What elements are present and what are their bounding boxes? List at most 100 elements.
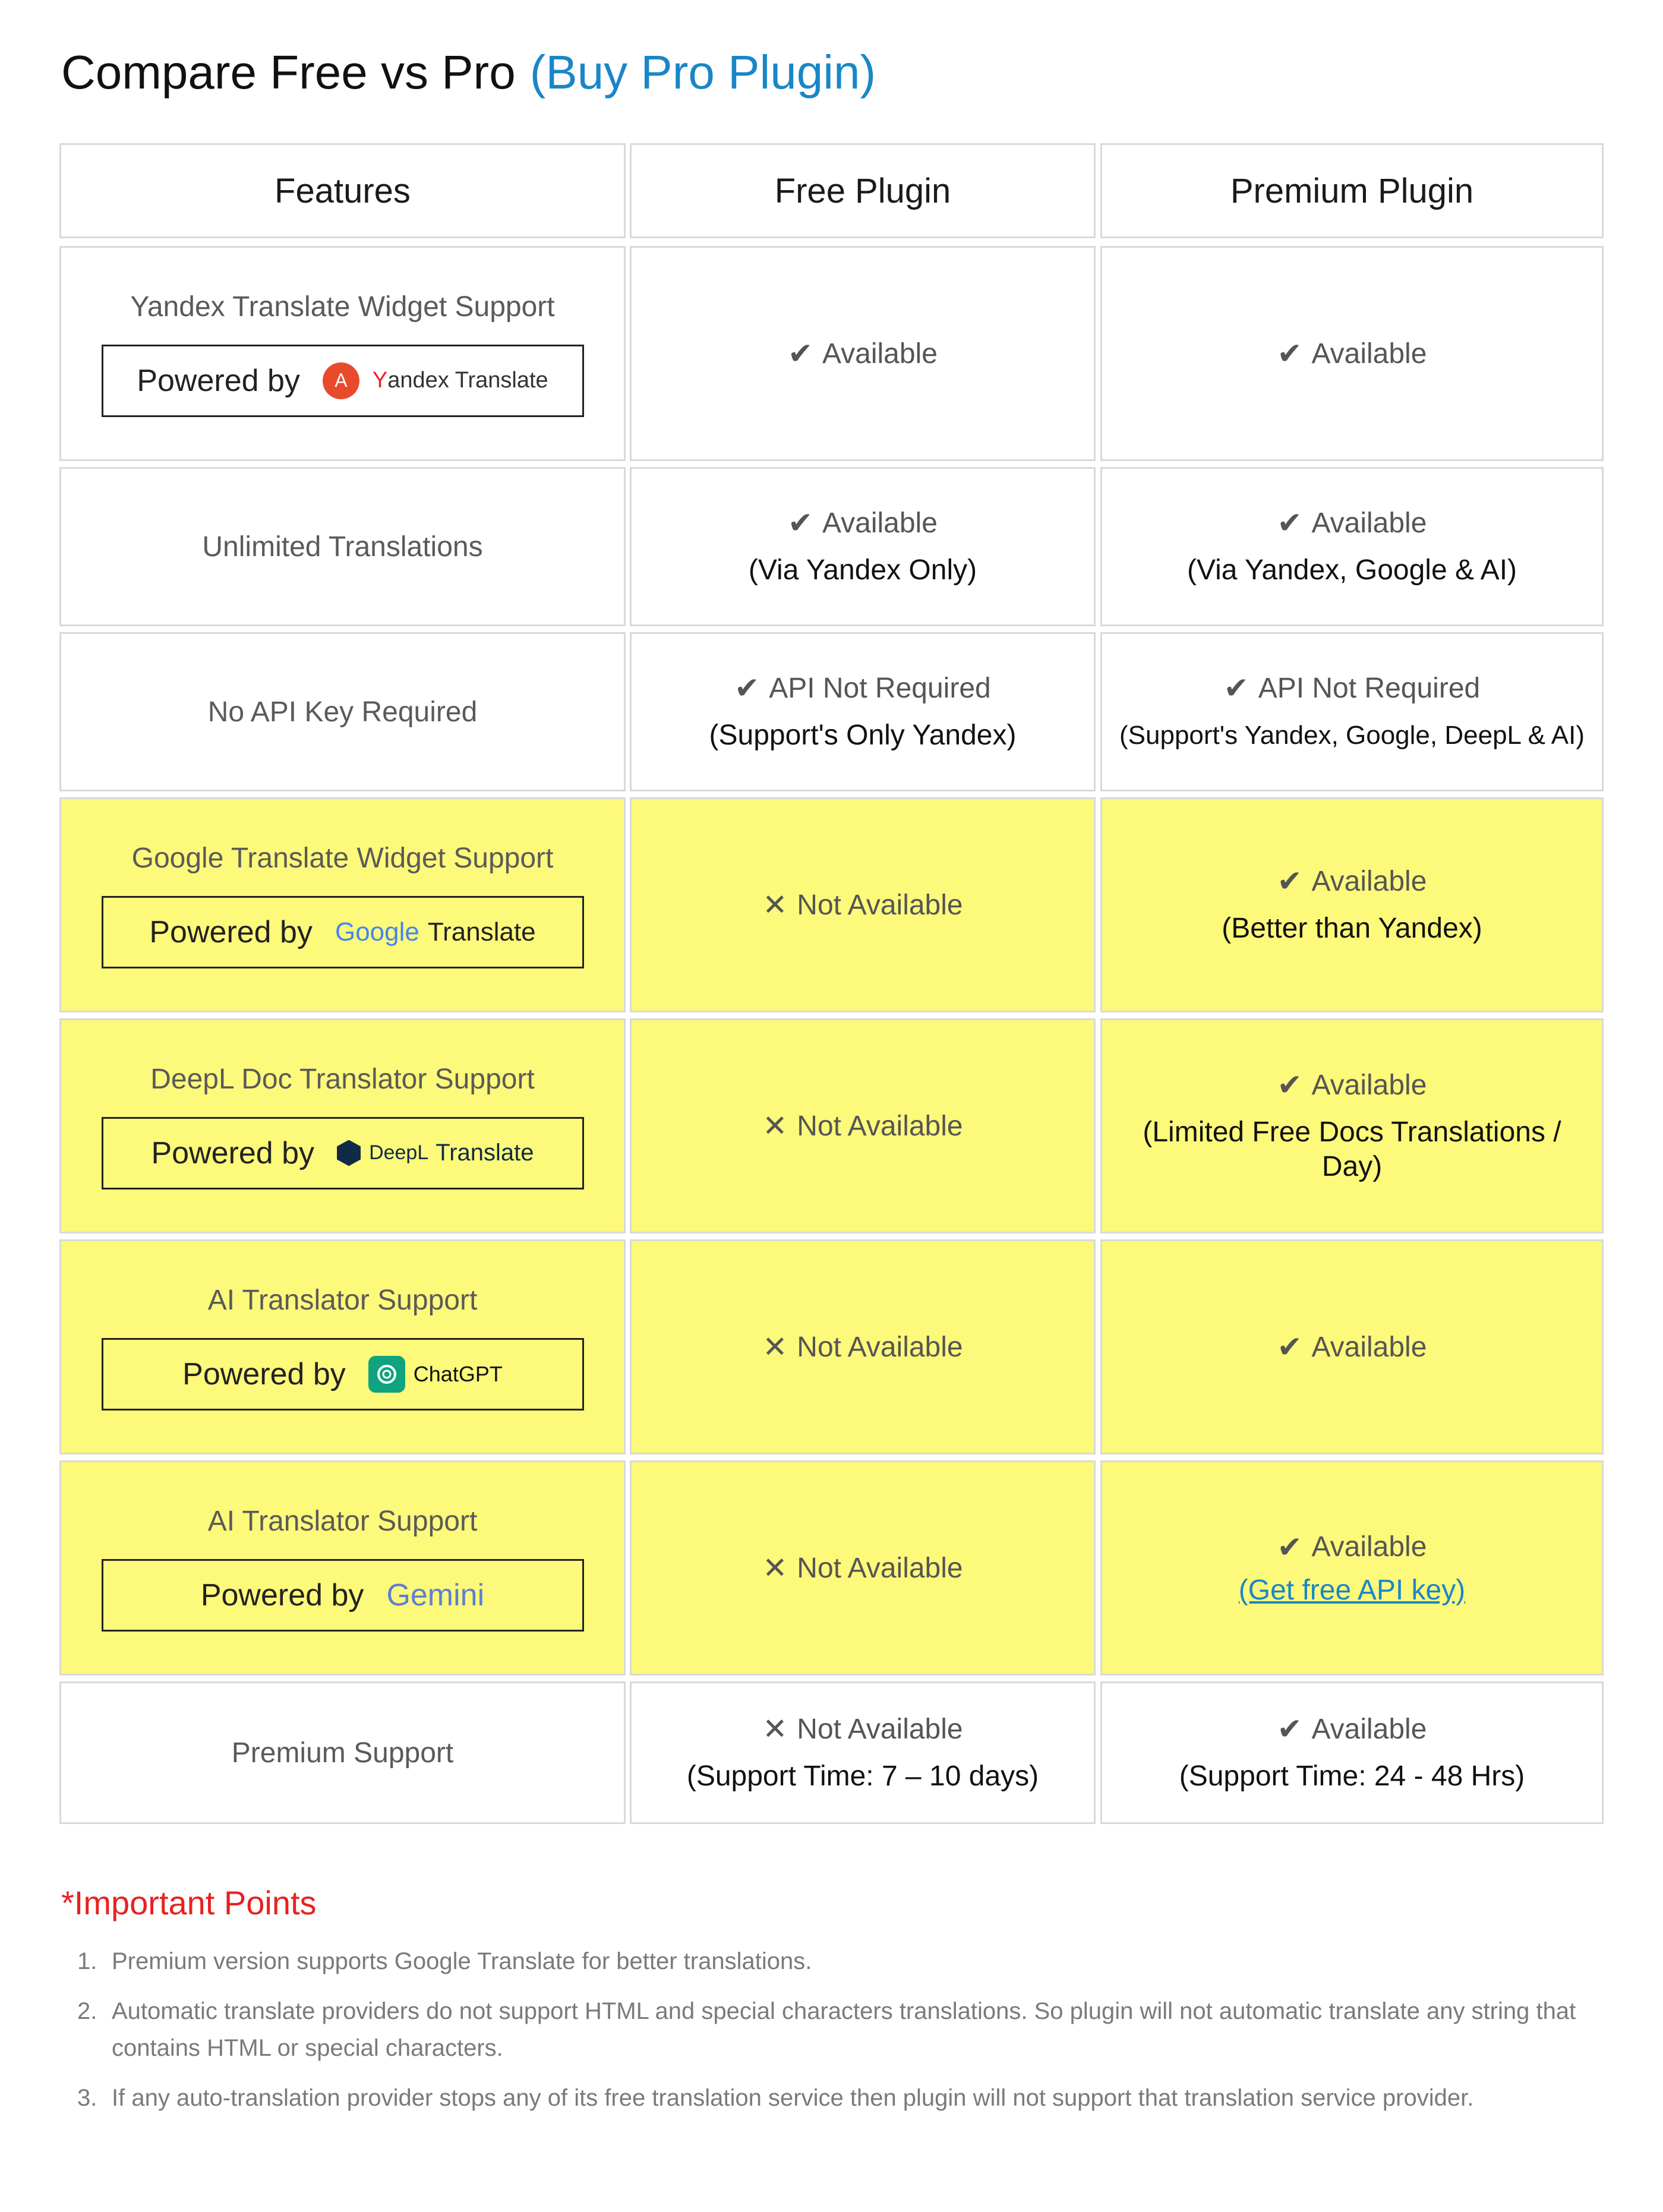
- check-icon: ✔: [1277, 1330, 1302, 1364]
- check-icon: ✔: [1277, 1530, 1302, 1564]
- status: ✔ Available: [1277, 1712, 1427, 1746]
- free-cell-deepl: ✕ Not Available: [630, 1018, 1096, 1233]
- google-translate-logo: Google Translate: [335, 917, 536, 947]
- check-icon: ✔: [1277, 1068, 1302, 1102]
- free-cell-gemini: ✕ Not Available: [630, 1460, 1096, 1675]
- powered-by-box: Powered by ChatGPT: [101, 1337, 584, 1410]
- status-note: (Support Time: 7 – 10 days): [686, 1760, 1039, 1792]
- status-label: Available: [1311, 337, 1427, 370]
- feature-label: Yandex Translate Widget Support: [130, 291, 555, 323]
- list-item-number: 3.: [77, 2085, 97, 2111]
- feature-label: No API Key Required: [207, 696, 478, 728]
- premium-cell-premium-support: ✔ Available (Support Time: 24 - 48 Hrs): [1100, 1681, 1604, 1824]
- status-note: (Via Yandex Only): [748, 554, 977, 586]
- powered-by-label: Powered by: [182, 1356, 346, 1391]
- feature-cell-gemini: AI Translator Support Powered by Gemini: [59, 1460, 626, 1675]
- feature-label: AI Translator Support: [207, 1505, 478, 1537]
- cross-icon: ✕: [762, 1712, 788, 1746]
- status-note: (Better than Yandex): [1222, 913, 1482, 944]
- premium-cell-unlimited: ✔ Available (Via Yandex, Google & AI): [1100, 467, 1604, 626]
- status-note: (Support's Yandex, Google, DeepL & AI): [1119, 721, 1585, 750]
- status: ✔ Available: [788, 336, 938, 371]
- list-item-number: 2.: [77, 1998, 97, 2024]
- powered-by-box: Powered by Gemini: [101, 1558, 584, 1632]
- deepl-translate-suffix: Translate: [436, 1140, 534, 1166]
- yandex-translate-logo: A Yandex Translate: [322, 362, 548, 399]
- cross-icon: ✕: [762, 1109, 788, 1143]
- list-item-number: 1.: [77, 1948, 97, 1974]
- free-cell-no-api-key: ✔ API Not Required (Support's Only Yande…: [630, 632, 1096, 791]
- check-icon: ✔: [1277, 337, 1302, 370]
- powered-by-label: Powered by: [200, 1577, 364, 1613]
- premium-cell-no-api-key: ✔ API Not Required (Support's Yandex, Go…: [1100, 632, 1604, 791]
- list-item-text: Automatic translate providers do not sup…: [112, 1998, 1576, 2061]
- deepl-icon: [337, 1140, 361, 1166]
- important-points-heading: *Important Points: [61, 1884, 317, 1921]
- status-label: API Not Required: [1258, 672, 1481, 704]
- feature-cell-premium-support: Premium Support: [59, 1681, 626, 1824]
- feature-label: Premium Support: [231, 1737, 454, 1769]
- deepl-word: DeepL: [369, 1141, 429, 1164]
- feature-cell-deepl: DeepL Doc Translator Support Powered by …: [59, 1018, 626, 1233]
- status-label: API Not Required: [769, 672, 991, 704]
- status: ✕ Not Available: [762, 1712, 963, 1746]
- status-label: Not Available: [797, 1713, 963, 1745]
- deepl-translate-logo: DeepL Translate: [337, 1140, 534, 1166]
- status: ✕ Not Available: [762, 1109, 963, 1143]
- free-cell-google: ✕ Not Available: [630, 797, 1096, 1012]
- feature-cell-chatgpt: AI Translator Support Powered by ChatGPT: [59, 1239, 626, 1454]
- status-label: Not Available: [797, 889, 963, 921]
- status: ✔ Available: [1277, 864, 1427, 898]
- status: ✔ Available: [1277, 506, 1427, 540]
- status-label: Available: [1311, 865, 1427, 897]
- header-free: Free Plugin: [630, 143, 1096, 238]
- list-item-text: Premium version supports Google Translat…: [112, 1948, 812, 1974]
- list-item-text: If any auto-translation provider stops a…: [112, 2085, 1474, 2111]
- google-logo: Google: [335, 917, 419, 946]
- comparison-table: Features Free Plugin Premium Plugin Yand…: [0, 0, 1663, 1842]
- status: ✕ Not Available: [762, 1551, 963, 1585]
- gemini-logo: Gemini: [386, 1577, 485, 1613]
- status-label: Available: [1311, 1531, 1427, 1563]
- feature-cell-yandex: Yandex Translate Widget Support Powered …: [59, 246, 626, 461]
- yandex-brand-y: Y: [372, 368, 388, 393]
- status-note: (Limited Free Docs Translations / Day): [1143, 1116, 1561, 1182]
- check-icon: ✔: [788, 337, 813, 370]
- powered-by-label: Powered by: [149, 914, 313, 949]
- feature-cell-no-api-key: No API Key Required: [59, 632, 626, 791]
- status-label: Available: [1311, 507, 1427, 539]
- premium-cell-deepl: ✔ Available (Limited Free Docs Translati…: [1100, 1018, 1604, 1233]
- feature-label: AI Translator Support: [207, 1284, 478, 1316]
- feature-label: DeepL Doc Translator Support: [150, 1063, 535, 1095]
- check-icon: ✔: [1277, 506, 1302, 539]
- premium-cell-chatgpt: ✔ Available: [1100, 1239, 1604, 1454]
- list-item: 1. Premium version supports Google Trans…: [77, 1943, 1598, 1980]
- cross-icon: ✕: [762, 1330, 788, 1364]
- status-label: Not Available: [797, 1110, 963, 1142]
- powered-by-box: Powered by DeepL Translate: [101, 1116, 584, 1189]
- status-note: (Via Yandex, Google & AI): [1186, 554, 1517, 586]
- get-free-api-key-link[interactable]: (Get free API key): [1239, 1574, 1465, 1607]
- status: ✔ Available: [1277, 336, 1427, 371]
- header-features-label: Features: [274, 171, 411, 210]
- check-icon: ✔: [734, 671, 760, 705]
- status: ✔ Available: [1277, 1330, 1427, 1364]
- status: ✔ Available: [1277, 1068, 1427, 1102]
- feature-label: Unlimited Translations: [202, 531, 483, 563]
- status: ✔ API Not Required: [1224, 671, 1480, 705]
- status-label: Available: [822, 507, 938, 539]
- list-item: 3. If any auto-translation provider stop…: [77, 2080, 1598, 2116]
- powered-by-box: Powered by A Yandex Translate: [101, 344, 584, 417]
- google-translate-suffix: Translate: [427, 917, 536, 946]
- yandex-translate-icon: A: [322, 362, 359, 399]
- powered-by-label: Powered by: [137, 363, 300, 398]
- free-cell-chatgpt: ✕ Not Available: [630, 1239, 1096, 1454]
- header-premium-label: Premium Plugin: [1230, 171, 1474, 210]
- powered-by-box: Powered by Google Translate: [101, 895, 584, 968]
- status: ✔ Available: [1277, 1530, 1427, 1564]
- chatgpt-logo: ChatGPT: [368, 1355, 503, 1393]
- status: ✔ Available: [788, 506, 938, 540]
- check-icon: ✔: [788, 506, 813, 539]
- check-icon: ✔: [1277, 1712, 1302, 1746]
- header-features: Features: [59, 143, 626, 238]
